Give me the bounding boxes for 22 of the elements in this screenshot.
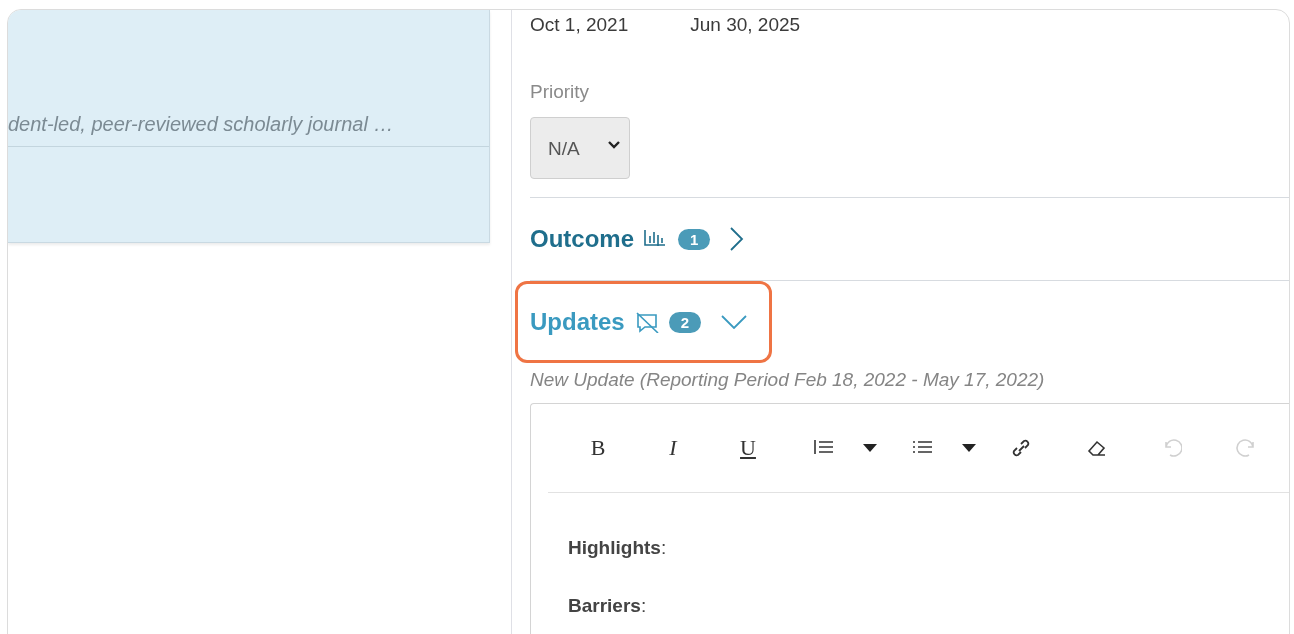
date-text: Jun 30, 2025 xyxy=(690,14,801,37)
bold-button[interactable]: B xyxy=(578,432,618,464)
chevron-down-icon xyxy=(608,141,620,149)
count-badge: 2 xyxy=(668,311,702,333)
field-label: Priority xyxy=(530,81,591,103)
underline-button[interactable]: U xyxy=(728,432,768,464)
editor-line: Highlights: xyxy=(568,537,668,559)
link-icon xyxy=(1010,438,1032,458)
italic-button[interactable]: I xyxy=(653,432,693,464)
priority-select[interactable]: N/A xyxy=(530,117,630,179)
eraser-icon xyxy=(1085,438,1107,458)
rich-text-editor[interactable]: B I U Highlights: Barriers: xyxy=(530,403,1289,634)
caret-down-icon xyxy=(863,444,877,452)
editor-line: Barriers: xyxy=(568,595,648,617)
redo-icon xyxy=(1235,438,1257,458)
comment-off-icon xyxy=(634,311,659,333)
description-text: dent-led, peer-reviewed scholarly journal … xyxy=(8,113,395,137)
date-text: Oct 1, 2021 xyxy=(530,14,629,37)
count-badge: 1 xyxy=(678,228,711,250)
caption-text: New Update (Reporting Period Feb 18, 2022 - May 17, 2022) xyxy=(530,369,1046,391)
section-title[interactable]: Outcome xyxy=(530,225,634,253)
caret-down-icon xyxy=(962,444,976,452)
